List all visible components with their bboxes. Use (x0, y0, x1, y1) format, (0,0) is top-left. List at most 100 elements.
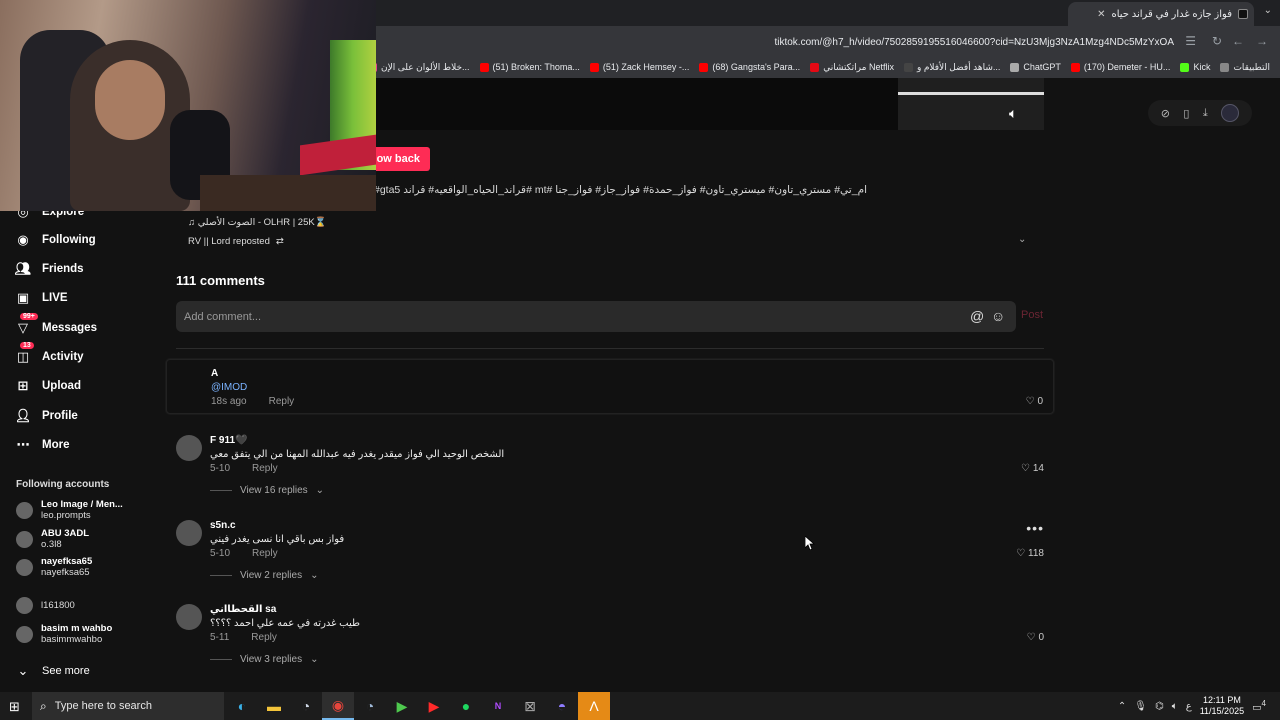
steam-alt-icon[interactable]: ◔ (354, 692, 386, 720)
comment-author[interactable]: القحطااني sa (210, 604, 276, 615)
steam-icon[interactable]: ◔ (290, 692, 322, 720)
avatar[interactable] (176, 604, 202, 630)
comment-input[interactable] (184, 301, 964, 332)
comment-text: @IMOD (211, 382, 248, 393)
volume-tray-icon[interactable]: 🔈︎ (1172, 701, 1178, 712)
view-replies-button[interactable]: View 3 replies ⌄ (210, 654, 318, 665)
youtube-icon[interactable]: ▶ (418, 692, 450, 720)
post-button[interactable]: Post (1021, 309, 1043, 321)
tiktok-icon[interactable]: ⊘ (1161, 107, 1170, 120)
comment-author[interactable]: s5n.c (210, 520, 236, 531)
bookmark-favicon-icon (1220, 62, 1230, 72)
like-button[interactable]: ♡ 0 (1026, 632, 1044, 643)
orange-app-icon[interactable]: Λ (578, 692, 610, 720)
comment-item: A @IMOD 18s ago Reply ♡ 0 (166, 359, 1054, 414)
reply-button[interactable]: Reply (252, 463, 278, 474)
bookmark-item[interactable]: (51) Broken: Thoma... (479, 62, 580, 72)
sidebar-item-more[interactable]: ⋯ More (14, 436, 70, 454)
following-account[interactable]: l161800 (16, 597, 75, 614)
file-explorer-icon[interactable]: ▬ (258, 692, 290, 720)
emoji-icon[interactable]: ☺ (991, 308, 1005, 324)
close-icon[interactable]: ✕ (1097, 9, 1105, 20)
like-button[interactable]: ♡ 118 (1016, 548, 1044, 559)
url-field[interactable]: tiktok.com/@h7_h/video/75028591955160466… (774, 37, 1174, 48)
more-options-icon[interactable]: ••• (1026, 520, 1044, 536)
bookmark-item[interactable]: (68) Gangsta's Para... (699, 62, 800, 72)
reply-button[interactable]: Reply (269, 396, 295, 407)
edge-icon[interactable]: ◐ (226, 692, 258, 720)
tune-icon[interactable]: ☰ (1185, 34, 1196, 48)
bookmark-item[interactable]: (51) Zack Hemsey -... (589, 62, 689, 72)
phone-icon[interactable]: ▯ (1183, 107, 1189, 120)
chevron-down-icon: ⌄ (310, 570, 319, 581)
video-frame[interactable] (376, 78, 898, 130)
bookmark-item[interactable]: Kick (1180, 62, 1210, 72)
windows-start-icon[interactable]: ⊞ (9, 699, 20, 715)
lang-indicator[interactable]: ع (1186, 701, 1192, 712)
sidebar-item-messages[interactable]: ▽ 99+ Messages (14, 313, 97, 337)
sidebar-item-friends[interactable]: 👥︎ Friends (14, 260, 84, 278)
chrome-icon[interactable]: ◉ (322, 692, 354, 720)
view-replies-button[interactable]: View 2 replies ⌄ (210, 570, 318, 581)
avatar[interactable] (176, 520, 202, 546)
mic-icon[interactable]: 🎙︎ (1134, 701, 1147, 712)
bookmark-item[interactable]: ChatGPT (1010, 62, 1061, 72)
bookmark-favicon-icon (1010, 62, 1020, 72)
next-app-icon[interactable]: N (482, 692, 514, 720)
profile-icon: 👤︎ (14, 408, 32, 423)
clock[interactable]: 12:11 PM 11/15/2025 (1200, 695, 1244, 718)
following-icon: ◉ (17, 232, 29, 247)
side-toolbar: ⊘ ▯ ⤓ (1148, 100, 1252, 126)
sidebar-item-live[interactable]: ▣ LIVE (14, 289, 68, 307)
comment-item: القحطااني sa طيب غدرته في عمه علي احمد ؟؟… (166, 604, 1054, 674)
sidebar-item-upload[interactable]: ⊞ Upload (14, 377, 81, 395)
video-hashtags[interactable]: #gta5 قراند_الحياه_الواقعيه# قراند# mt# … (374, 184, 867, 196)
avatar (16, 501, 33, 519)
download-icon[interactable]: ⤓ (1203, 107, 1208, 120)
profile-circle-icon[interactable] (1221, 104, 1240, 122)
comment-author[interactable]: A (211, 368, 218, 379)
comment-author[interactable]: F 911🖤 (210, 435, 247, 446)
discord-icon[interactable]: ◓ (546, 692, 578, 720)
spotify-icon[interactable]: ● (450, 692, 482, 720)
following-account[interactable]: basim m wahbo basimmwahbo (16, 623, 112, 646)
expand-chevron-icon[interactable]: ⌄ (1018, 234, 1026, 245)
reply-button[interactable]: Reply (252, 548, 278, 559)
comment-item: F 911🖤 الشخص الوحيد الي فواز ميقدر يغدر ف… (166, 435, 1054, 505)
sidebar-item-profile[interactable]: 👤︎ Profile (14, 407, 78, 425)
like-button[interactable]: ♡ 14 (1021, 463, 1044, 474)
browser-tab[interactable]: فواز جازه غدار في قراند حياه ✕ (1068, 2, 1254, 26)
bookmark-item[interactable]: مراتكتشاني Netflix (810, 62, 894, 73)
sidebar-item-activity[interactable]: ◫ 13 Activity (14, 342, 84, 366)
bookmark-item[interactable]: التطبيقات (1220, 62, 1270, 73)
reload-icon[interactable]: ↻ (1212, 34, 1222, 48)
bookmark-item[interactable]: خلاط الألوان على الإن... (368, 62, 470, 73)
tiktok-favicon (1238, 9, 1248, 19)
following-account[interactable]: ABU 3ADL o.3l8 (16, 528, 89, 551)
wifi-icon[interactable]: ⌬ (1155, 701, 1164, 712)
notification-icon[interactable]: ▭4 (1252, 699, 1266, 713)
chevron-up-icon[interactable]: ⌃ (1118, 701, 1126, 712)
like-button[interactable]: ♡ 0 (1025, 396, 1043, 407)
view-replies-button[interactable]: View 16 replies ⌄ (210, 485, 324, 496)
forward-arrow-icon[interactable]: → (1256, 34, 1268, 48)
chevron-down-icon: ⌄ (310, 654, 319, 665)
avatar[interactable] (176, 435, 202, 461)
taskbar-search-input[interactable] (54, 700, 155, 712)
reply-button[interactable]: Reply (251, 632, 277, 643)
taskbar-search[interactable]: ⌕ (32, 692, 224, 720)
mention-icon[interactable]: @ (970, 308, 984, 324)
sidebar-item-following[interactable]: ◉ Following (14, 231, 95, 249)
following-account[interactable]: nayefksa65 nayefksa65 (16, 556, 92, 579)
sound-label[interactable]: ♫ الصوت الأصلي - OLHR | 25K⌛ (188, 217, 327, 228)
back-icon[interactable]: ← (1232, 34, 1244, 48)
following-account[interactable]: Leo Image / Men... leo.prompts (16, 499, 123, 522)
chevron-down-icon[interactable]: ⌄ (1264, 5, 1272, 16)
bookmark-item[interactable]: شاهد أفضل الأفلام و... (903, 62, 1000, 73)
see-more-link[interactable]: ⌄ See more (14, 662, 90, 680)
bookmark-item[interactable]: (170) Demeter - HU... (1070, 62, 1170, 72)
app-window-icon[interactable]: ⊠ (514, 692, 546, 720)
terminal-icon[interactable]: ▶ (386, 692, 418, 720)
following-accounts-title: Following accounts (16, 479, 110, 490)
volume-icon[interactable]: 🔈︎ (1009, 105, 1017, 122)
